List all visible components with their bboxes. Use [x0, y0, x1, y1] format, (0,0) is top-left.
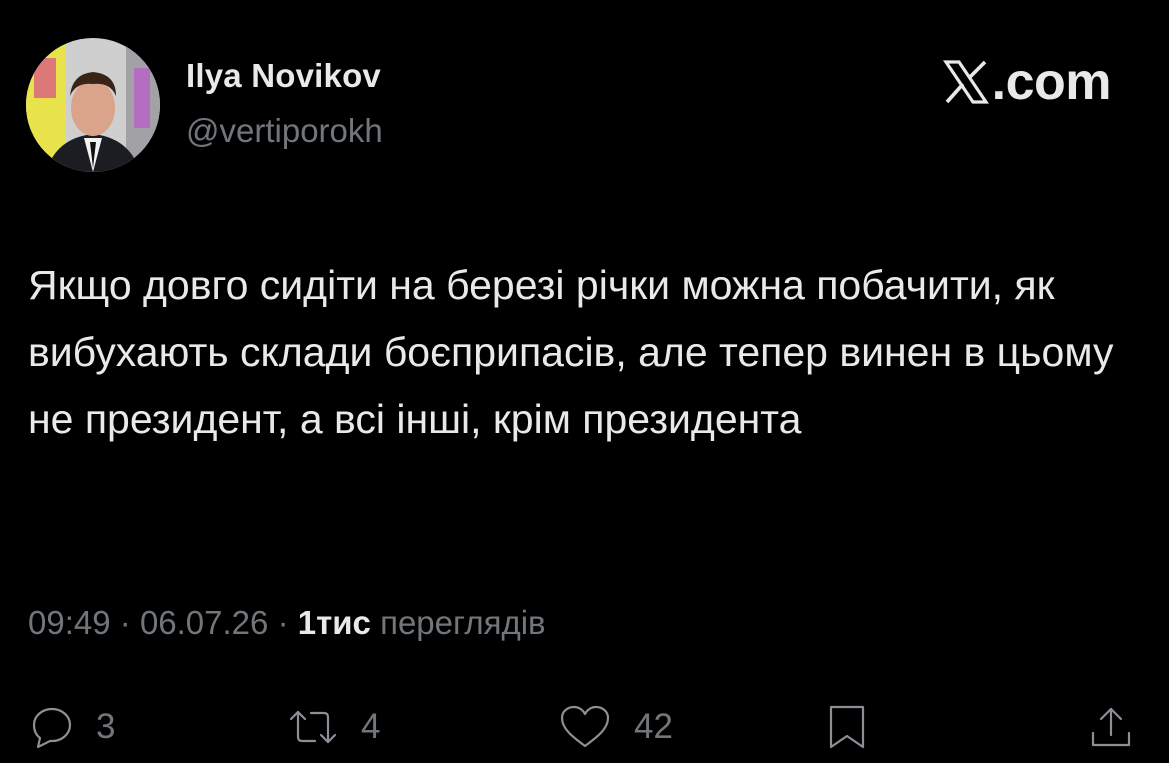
bookmark-icon — [829, 705, 865, 749]
tweet-text: Якщо довго сидіти на березі річки можна … — [28, 262, 1114, 442]
share-button[interactable] — [1087, 692, 1135, 762]
bookmark-button[interactable] — [823, 692, 871, 762]
tweet-date[interactable]: 06.07.26 — [140, 604, 268, 641]
tweet-card: Ilya Novikov @vertiporokh .com Якщо довг… — [0, 0, 1169, 763]
reply-count: 3 — [96, 707, 116, 746]
like-count: 42 — [634, 707, 673, 746]
author-name[interactable]: Ilya Novikov — [186, 57, 381, 95]
brand-logo: .com — [942, 52, 1112, 112]
avatar-image — [26, 38, 160, 172]
repost-button[interactable]: 4 — [285, 692, 380, 762]
tweet-time[interactable]: 09:49 — [28, 604, 111, 641]
action-bar: 3 4 42 — [0, 692, 1169, 762]
heart-icon — [560, 705, 610, 748]
tweet-meta: 09:49 · 06.07.26 · 1тис переглядів — [28, 604, 546, 642]
author-handle[interactable]: @vertiporokh — [186, 112, 383, 150]
meta-separator: · — [119, 604, 131, 641]
reply-button[interactable]: 3 — [28, 692, 115, 762]
repost-icon — [289, 710, 337, 744]
views-label: переглядів — [380, 604, 546, 641]
share-icon — [1091, 707, 1131, 747]
brand-domain: .com — [991, 53, 1112, 111]
x-logo-icon — [942, 60, 989, 104]
avatar[interactable] — [26, 38, 160, 172]
repost-count: 4 — [361, 707, 381, 746]
reply-icon — [32, 707, 72, 749]
views-count[interactable]: 1тис — [298, 604, 371, 641]
meta-separator: · — [277, 604, 289, 641]
like-button[interactable]: 42 — [556, 692, 673, 762]
